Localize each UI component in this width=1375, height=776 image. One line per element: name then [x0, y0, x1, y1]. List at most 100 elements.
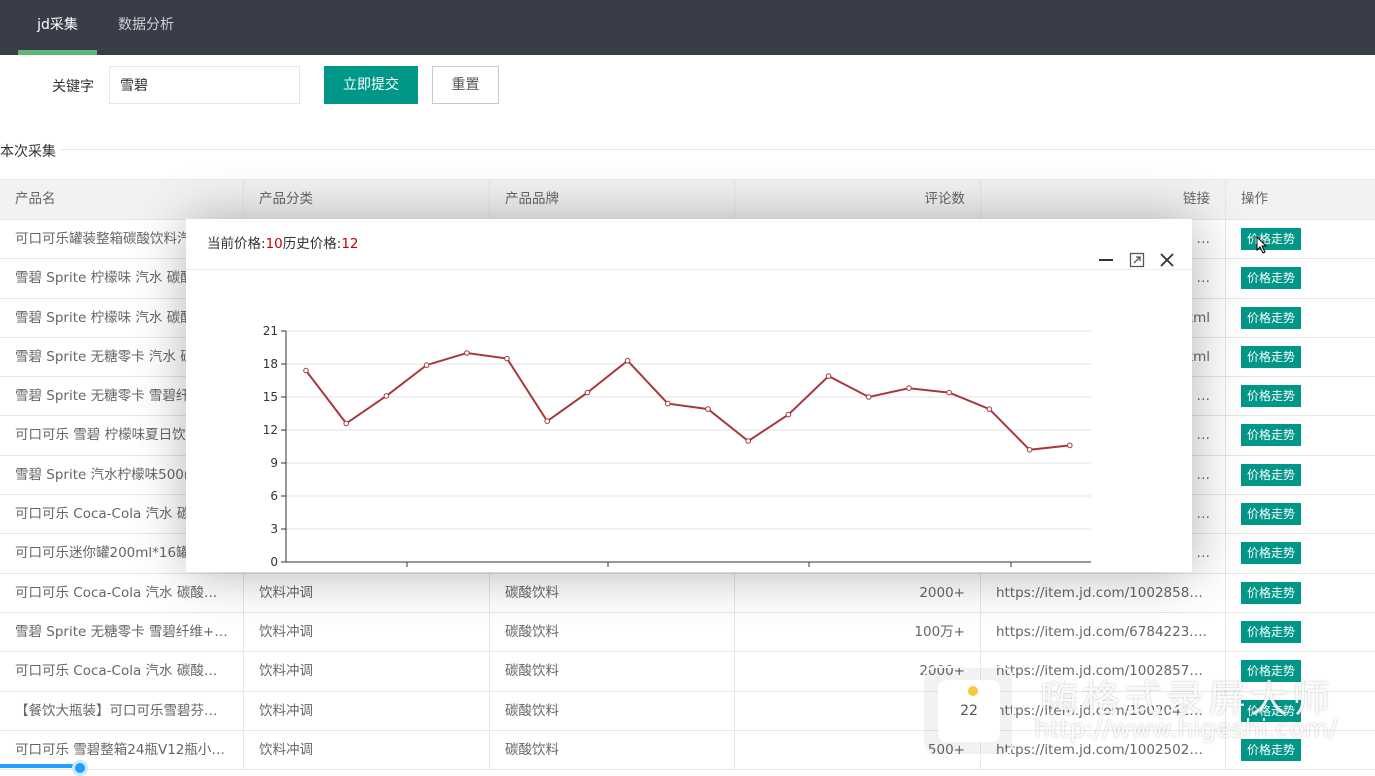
maximize-icon[interactable]: [1128, 251, 1146, 269]
horizontal-scrollbar[interactable]: [0, 764, 80, 768]
cell-action: 价格走势: [1226, 377, 1375, 415]
price-trend-button[interactable]: 价格走势: [1241, 463, 1302, 486]
cell-category: 饮料冲调: [244, 652, 490, 691]
cell-comments: 100万+: [735, 612, 981, 652]
cell-product-name: 可口可乐 Coca-Cola 汽水 碳酸…: [0, 652, 244, 691]
cell-category: 饮料冲调: [244, 612, 490, 652]
section-divider: [60, 149, 1375, 150]
tab-label: jd采集: [37, 17, 78, 33]
price-trend-button[interactable]: 价格走势: [1241, 581, 1302, 604]
data-point: [544, 418, 551, 424]
cell-category: 饮料冲调: [244, 730, 490, 770]
cell-brand: 碳酸饮料: [490, 730, 735, 770]
cell-action: 价格走势: [1226, 456, 1375, 494]
price-trend-button[interactable]: 价格走势: [1241, 424, 1302, 447]
tab-label: 数据分析: [118, 17, 174, 33]
table-row: 雪碧 Sprite 无糖零卡 雪碧纤维+… 饮料冲调 碳酸饮料 100万+ https:…: [0, 612, 1375, 653]
y-tick-label: 0: [270, 555, 278, 569]
cell-brand: 碳酸饮料: [490, 573, 735, 612]
cell-brand: 碳酸饮料: [490, 612, 735, 652]
cell-comments: 2000+: [735, 573, 981, 612]
data-point: [464, 350, 470, 356]
price-trend-button[interactable]: 价格走势: [1241, 267, 1302, 290]
modal-header: 当前价格:10历史价格:12: [186, 219, 1192, 270]
minimize-icon[interactable]: [1097, 251, 1115, 269]
data-point: [383, 393, 390, 399]
cell-category: 饮料冲调: [244, 691, 490, 730]
cell-link[interactable]: https://item.jd.com/6784223.html: [981, 612, 1226, 652]
cell-product-name: 【餐饮大瓶装】可口可乐雪碧芬…: [0, 691, 244, 730]
history-price-label: 历史价格:: [282, 236, 342, 252]
header-product-name: 产品名: [0, 180, 244, 219]
y-tick-label: 15: [263, 390, 278, 404]
cell-action: 价格走势: [1226, 259, 1375, 297]
y-tick-label: 3: [270, 522, 278, 536]
price-trend-button[interactable]: 价格走势: [1241, 345, 1302, 368]
data-point: [946, 389, 953, 396]
y-tick-label: 9: [270, 456, 278, 470]
data-point: [624, 357, 631, 364]
modal-controls: [1089, 235, 1176, 268]
scroll-handle[interactable]: [72, 760, 88, 776]
reset-button[interactable]: 重置: [432, 66, 499, 104]
price-trend-button[interactable]: 价格走势: [1241, 228, 1302, 250]
submit-button[interactable]: 立即提交: [324, 66, 418, 104]
watermark-url: http://www.higeshi.com/: [1034, 714, 1338, 743]
active-tab-indicator: [18, 50, 97, 55]
top-nav: jd采集 数据分析: [0, 0, 1375, 55]
cell-action: 价格走势: [1226, 220, 1375, 258]
data-point: [1067, 442, 1073, 449]
data-point: [343, 420, 349, 427]
cell-action: 价格走势: [1226, 495, 1375, 533]
data-point: [1026, 447, 1033, 453]
cell-product-name: 雪碧 Sprite 无糖零卡 雪碧纤维+…: [0, 612, 244, 652]
y-tick-label: 18: [263, 357, 278, 371]
price-trend-button[interactable]: 价格走势: [1241, 306, 1302, 329]
data-point: [705, 406, 711, 412]
data-point: [906, 385, 912, 391]
header-brand: 产品品牌: [490, 180, 735, 219]
price-line-chart: 0 3 6 9 12 15 18 21: [263, 324, 1091, 569]
current-price-label: 当前价格:: [207, 236, 266, 252]
data-point: [303, 367, 309, 374]
cell-brand: 碳酸饮料: [490, 691, 735, 730]
current-price-value: 10: [265, 236, 283, 252]
price-trend-button[interactable]: 价格走势: [1241, 503, 1302, 526]
header-action: 操作: [1241, 191, 1268, 207]
header-link: 链接: [981, 180, 1226, 219]
data-point: [665, 400, 671, 407]
tab-jd-collect[interactable]: jd采集: [18, 0, 97, 55]
y-tick-label: 12: [263, 423, 278, 437]
cell-category: 饮料冲调: [244, 573, 490, 612]
cell-action: 价格走势: [1226, 416, 1375, 454]
mouse-cursor-icon: [1256, 236, 1268, 254]
close-icon[interactable]: [1158, 251, 1176, 269]
header-category: 产品分类: [244, 180, 490, 219]
keyword-input[interactable]: [109, 66, 300, 104]
y-tick-label: 6: [270, 489, 278, 503]
data-point: [584, 389, 591, 396]
history-price-value: 12: [341, 236, 359, 252]
price-trend-button[interactable]: 价格走势: [1241, 385, 1302, 408]
price-trend-modal: 当前价格:10历史价格:12 0 3 6 9 12 15 18 21: [186, 219, 1192, 572]
data-point: [423, 362, 430, 368]
recorder-widget[interactable]: 22: [922, 666, 1014, 756]
data-point: [986, 406, 993, 412]
tab-data-analysis[interactable]: 数据分析: [118, 0, 174, 55]
cell-product-name: 可口可乐 Coca-Cola 汽水 碳酸…: [0, 573, 244, 612]
data-point: [745, 438, 752, 444]
cell-action: 价格走势: [1226, 338, 1375, 376]
series-line: [305, 351, 1070, 451]
table-row: 可口可乐 Coca-Cola 汽水 碳酸… 饮料冲调 碳酸饮料 2000+ https:…: [0, 573, 1375, 613]
price-trend-button[interactable]: 价格走势: [1241, 542, 1302, 565]
data-point: [785, 411, 792, 418]
data-point: [504, 355, 510, 362]
cell-action: 价格走势: [1226, 613, 1375, 651]
y-tick-label: 21: [263, 324, 278, 338]
cell-action: 价格走势: [1226, 299, 1375, 337]
cell-action: 价格走势: [1226, 534, 1375, 572]
cell-link[interactable]: https://item.jd.com/100285895…: [981, 573, 1226, 612]
data-point: [825, 373, 832, 379]
price-trend-button[interactable]: 价格走势: [1241, 620, 1302, 643]
data-point: [866, 394, 872, 400]
